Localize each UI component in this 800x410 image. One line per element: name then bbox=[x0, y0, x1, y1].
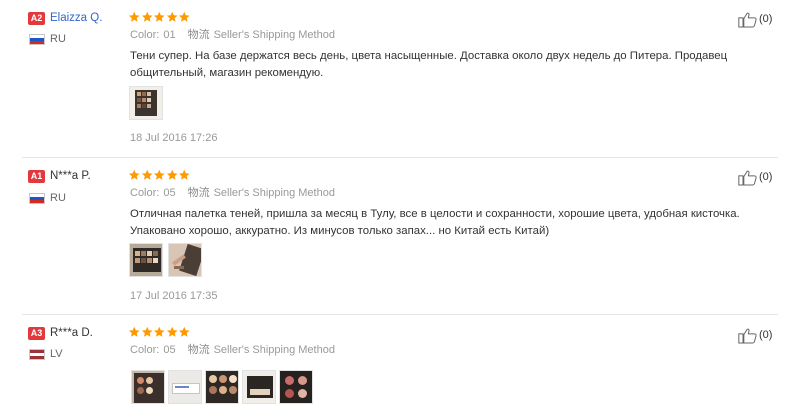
order-attributes: Color: 05 物流 Seller's Shipping Method bbox=[130, 187, 335, 200]
buyer-level-badge: A2 bbox=[28, 12, 45, 25]
shipping-method: Seller's Shipping Method bbox=[213, 187, 335, 199]
country-flag-icon bbox=[29, 193, 45, 204]
review-photo-thumbnail[interactable] bbox=[129, 243, 163, 277]
review-photo-thumbnail[interactable] bbox=[168, 243, 202, 277]
color-label: Color: bbox=[130, 344, 160, 356]
review-photo-thumbnail[interactable] bbox=[205, 370, 239, 404]
review-photo-thumbnail[interactable] bbox=[131, 370, 165, 404]
logistics-label: 物流 bbox=[187, 29, 210, 41]
helpful-button[interactable]: (0) bbox=[738, 11, 772, 28]
star-rating bbox=[128, 11, 191, 23]
shipping-method: Seller's Shipping Method bbox=[213, 344, 335, 356]
thumbs-up-icon bbox=[738, 170, 757, 186]
star-icon bbox=[166, 169, 178, 180]
star-icon bbox=[141, 326, 153, 337]
logistics-label: 物流 bbox=[187, 187, 210, 199]
star-icon bbox=[178, 11, 190, 22]
logistics-label: 物流 bbox=[187, 344, 210, 356]
helpful-count: (0) bbox=[759, 329, 773, 341]
color-value: 05 bbox=[163, 187, 176, 199]
review-photos bbox=[129, 86, 163, 120]
reviewer-name: N***a P. bbox=[50, 170, 91, 182]
review-divider bbox=[22, 314, 778, 315]
star-icon bbox=[166, 11, 178, 22]
thumbs-up-icon bbox=[738, 328, 757, 344]
review-photos bbox=[131, 370, 313, 404]
buyer-level-badge: A1 bbox=[28, 170, 45, 183]
reviewer-name: R***a D. bbox=[50, 327, 93, 339]
star-icon bbox=[166, 326, 178, 337]
order-attributes: Color: 01 物流 Seller's Shipping Method bbox=[130, 29, 335, 42]
star-icon bbox=[128, 326, 140, 337]
color-label: Color: bbox=[130, 187, 160, 199]
review-photo-thumbnail[interactable] bbox=[129, 86, 163, 120]
buyer-level-badge: A3 bbox=[28, 327, 45, 340]
star-icon bbox=[153, 169, 165, 180]
helpful-count: (0) bbox=[759, 13, 773, 25]
review-photo-thumbnail[interactable] bbox=[279, 370, 313, 404]
star-icon bbox=[153, 11, 165, 22]
review-text: Отличная палетка теней, пришла за месяц … bbox=[130, 208, 740, 237]
shipping-method: Seller's Shipping Method bbox=[213, 29, 335, 41]
country-flag-icon bbox=[29, 349, 45, 360]
reviewer-country: RU bbox=[50, 192, 66, 204]
star-rating bbox=[128, 326, 191, 338]
country-flag-icon bbox=[29, 34, 45, 45]
review-divider bbox=[22, 157, 778, 158]
star-icon bbox=[153, 326, 165, 337]
review-photo-thumbnail[interactable] bbox=[242, 370, 276, 404]
star-icon bbox=[141, 169, 153, 180]
helpful-count: (0) bbox=[759, 171, 773, 183]
review-feed: A2 Elaizza Q. RU Color: 01 物流 Seller's Ship… bbox=[0, 0, 800, 410]
helpful-button[interactable]: (0) bbox=[738, 169, 772, 186]
review-photo-thumbnail[interactable] bbox=[168, 370, 202, 404]
order-attributes: Color: 05 物流 Seller's Shipping Method bbox=[130, 344, 335, 357]
star-icon bbox=[141, 11, 153, 22]
review-text: Тени супер. На базе держатся весь день, … bbox=[130, 50, 728, 79]
review-photos bbox=[129, 243, 202, 277]
reviewer-country: RU bbox=[50, 33, 66, 45]
star-icon bbox=[178, 169, 190, 180]
helpful-button[interactable]: (0) bbox=[738, 327, 772, 344]
thumbs-up-icon bbox=[738, 12, 757, 28]
color-value: 01 bbox=[163, 29, 176, 41]
review-date: 18 Jul 2016 17:26 bbox=[130, 132, 218, 144]
color-label: Color: bbox=[130, 29, 160, 41]
reviewer-name[interactable]: Elaizza Q. bbox=[50, 11, 102, 25]
star-icon bbox=[128, 169, 140, 180]
star-icon bbox=[128, 11, 140, 22]
star-icon bbox=[178, 326, 190, 337]
color-value: 05 bbox=[163, 344, 176, 356]
review-date: 17 Jul 2016 17:35 bbox=[130, 290, 218, 302]
reviewer-country: LV bbox=[50, 348, 63, 360]
star-rating bbox=[128, 169, 191, 181]
